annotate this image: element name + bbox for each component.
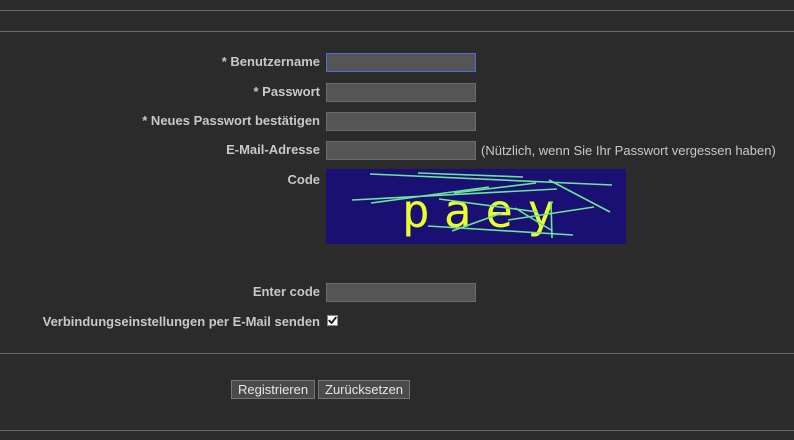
username-row: * Benutzername — [0, 52, 794, 72]
bottom-divider — [0, 430, 794, 431]
password-input[interactable] — [326, 83, 476, 102]
confirm-password-row: * Neues Passwort bestätigen — [0, 111, 794, 131]
register-button[interactable]: Registrieren — [231, 380, 316, 399]
send-settings-row: Verbindungseinstellungen per E-Mail send… — [0, 312, 794, 332]
header-divider — [0, 31, 794, 32]
reset-button[interactable]: Zurücksetzen — [318, 380, 411, 399]
username-label: * Benutzername — [221, 54, 320, 69]
top-divider — [0, 10, 794, 11]
confirm-password-label: * Neues Passwort bestätigen — [142, 113, 320, 128]
confirm-password-input[interactable] — [326, 112, 476, 131]
send-settings-label: Verbindungseinstellungen per E-Mail send… — [42, 314, 320, 329]
password-row: * Passwort — [0, 82, 794, 102]
password-label: * Passwort — [253, 84, 320, 99]
actions-divider — [0, 353, 794, 354]
email-hint: (Nützlich, wenn Sie Ihr Passwort vergess… — [481, 143, 776, 158]
captcha-label: Code — [287, 172, 321, 187]
send-settings-checkbox[interactable] — [327, 315, 338, 326]
username-input[interactable] — [326, 53, 476, 72]
enter-code-label: Enter code — [252, 284, 320, 299]
captcha-image: paey — [326, 169, 626, 244]
enter-code-row: Enter code — [0, 282, 794, 302]
checkmark-icon — [328, 316, 337, 324]
email-input[interactable] — [326, 141, 476, 160]
email-row: E-Mail-Adresse (Nützlich, wenn Sie Ihr P… — [0, 140, 794, 160]
email-label: E-Mail-Adresse — [226, 142, 320, 157]
enter-code-input[interactable] — [326, 283, 476, 302]
